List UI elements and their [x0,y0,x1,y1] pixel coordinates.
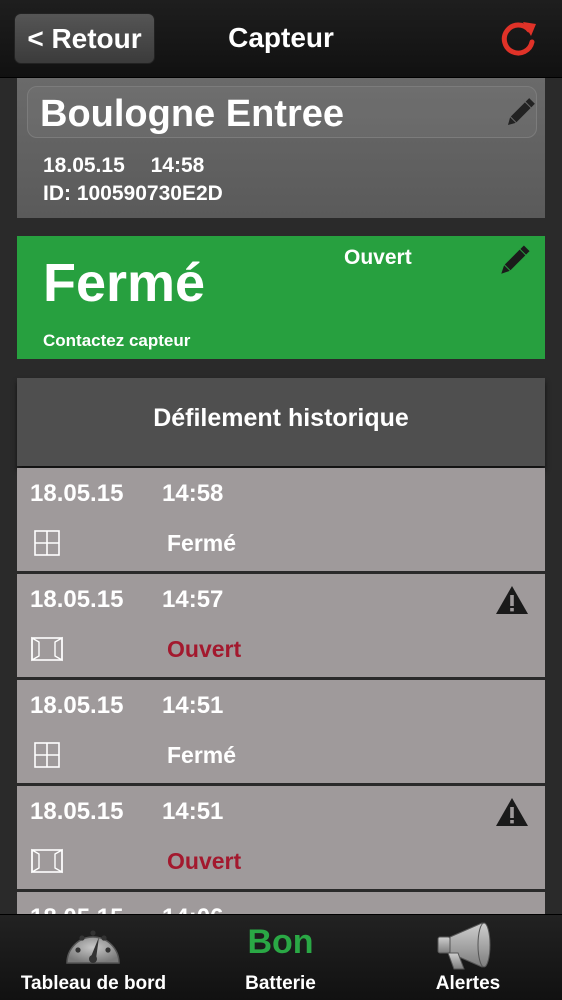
sensor-info-card: Boulogne Entree 18.05.15 14:58 ID: 10059… [17,78,545,218]
battery-status: Bon [247,923,314,961]
page-title: Capteur [228,22,334,53]
status-subtitle: Contactez capteur [43,331,191,350]
status-alternate: Ouvert [344,246,412,269]
closed-window-icon [34,530,60,556]
row-date: 18.05.15 [30,798,124,825]
top-bar: < Retour Capteur [0,0,562,78]
tab-battery[interactable]: Bon Batterie [187,915,374,1000]
content-area[interactable]: Boulogne Entree 18.05.15 14:58 ID: 10059… [0,78,562,914]
bottom-tab-bar: Tableau de bord Bon Batterie Alertes [0,914,562,1000]
row-state: Fermé [167,530,237,556]
row-state: Fermé [167,742,237,768]
history-row[interactable]: 18.05.15 14:51 Ouvert [17,786,545,889]
warning-icon [496,586,528,614]
row-state: Ouvert [167,848,242,874]
status-card[interactable]: Fermé Ouvert Contactez capteur [17,236,545,359]
tab-battery-label: Batterie [245,973,316,994]
row-time: 14:57 [162,586,224,613]
open-window-icon [31,636,63,662]
history-row[interactable]: 18.05.15 14:51 Fermé [17,680,545,783]
row-state: Ouvert [167,636,242,662]
megaphone-icon [437,922,491,970]
history-header: Défilement historique [17,378,545,466]
gauge-icon [66,930,120,964]
tab-alerts[interactable]: Alertes [374,915,562,1000]
sensor-id: ID: 100590730E2D [43,182,223,205]
closed-window-icon [34,742,60,768]
row-time: 14:58 [162,480,224,507]
pencil-icon[interactable] [502,95,538,131]
pencil-icon[interactable] [495,242,533,280]
history-row[interactable]: 18.05.15 14:57 Ouvert [17,574,545,677]
tab-dashboard[interactable]: Tableau de bord [0,915,187,1000]
row-time: 14:06 [162,904,223,914]
row-date: 18.05.15 [30,692,124,719]
row-date: 18.05.15 [30,586,124,613]
tab-dashboard-label: Tableau de bord [20,973,167,994]
row-time: 14:51 [162,692,224,719]
sensor-time: 14:58 [150,154,205,177]
sensor-name-box[interactable]: Boulogne Entree [27,86,537,138]
sensor-meta: 18.05.15 14:58 ID: 100590730E2D [43,152,223,208]
status-state: Fermé [43,253,206,313]
history-list[interactable]: 18.05.15 14:58 Fermé 18.05.15 14:57 Ouve… [17,468,545,914]
sensor-date: 18.05.15 [43,154,125,177]
row-date: 18.05.15 [30,904,162,914]
row-time: 14:51 [162,798,224,825]
open-window-icon [31,848,63,874]
refresh-icon[interactable] [496,18,540,62]
history-row[interactable]: 18.05.15 14:58 Fermé [17,468,545,571]
tab-alerts-label: Alertes [435,973,501,994]
history-row[interactable]: 18.05.1514:06 [17,892,545,914]
sensor-name: Boulogne Entree [40,93,345,135]
warning-icon [496,798,528,826]
row-date: 18.05.15 [30,480,124,507]
